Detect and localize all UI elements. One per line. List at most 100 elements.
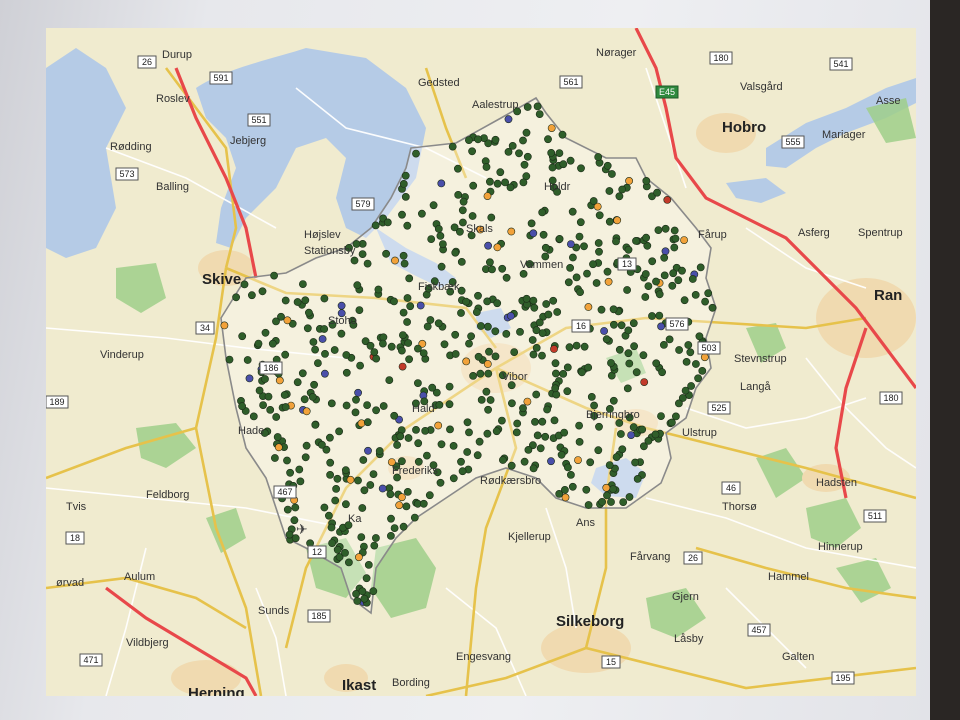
observation-point (617, 321, 626, 330)
observation-point (633, 474, 642, 483)
observation-point (605, 461, 614, 469)
observation-point (661, 224, 670, 233)
label-aulum: Aulum (124, 571, 155, 583)
observation-point (559, 160, 568, 169)
observation-point (387, 514, 395, 523)
observation-point (592, 279, 601, 287)
label-tvis: Tvis (66, 501, 87, 513)
observation-point (482, 387, 491, 396)
observation-point (657, 412, 665, 420)
svg-text:12: 12 (312, 547, 322, 557)
observation-point (476, 369, 485, 378)
observation-point (567, 240, 575, 248)
label-spentrup: Spentrup (858, 227, 903, 239)
observation-point (485, 177, 494, 186)
observation-point (341, 500, 350, 509)
observation-point (638, 425, 647, 434)
observation-point (364, 561, 373, 569)
observation-point (538, 351, 546, 360)
observation-point (341, 549, 349, 557)
observation-point (396, 432, 405, 441)
observation-point (575, 421, 583, 430)
label-orvad: ørvad (56, 577, 84, 589)
observation-point (412, 149, 420, 158)
observation-point (485, 347, 493, 356)
observation-point (459, 197, 468, 206)
observation-point (473, 451, 482, 460)
observation-point (483, 322, 492, 331)
observation-point (532, 390, 541, 399)
observation-point (555, 234, 564, 243)
observation-point (618, 445, 627, 454)
svg-text:26: 26 (688, 553, 698, 563)
observation-point (379, 402, 388, 410)
observation-point (624, 349, 633, 358)
label-silkeborg: Silkeborg (556, 613, 624, 630)
observation-point (594, 153, 603, 161)
observation-point (328, 539, 336, 547)
observation-point (543, 405, 551, 414)
observation-point (395, 501, 404, 510)
observation-point (410, 513, 419, 522)
label-durup: Durup (162, 49, 192, 61)
svg-text:555: 555 (785, 137, 800, 147)
label-ulstrup: Ulstrup (682, 427, 717, 439)
observation-point (541, 432, 550, 441)
svg-text:471: 471 (83, 655, 98, 665)
shield-12: 12 (307, 545, 327, 559)
label-haderup: Hade (238, 425, 264, 437)
observation-point (327, 523, 336, 532)
observation-point (665, 335, 674, 344)
observation-point (437, 440, 446, 449)
observation-point (498, 456, 507, 464)
observation-point (498, 264, 507, 273)
label-rodding: Rødding (110, 141, 152, 153)
observation-point (625, 359, 634, 368)
observation-point (575, 437, 584, 446)
observation-point (426, 316, 435, 324)
observation-point (568, 482, 577, 491)
observation-point (300, 395, 309, 404)
observation-point (642, 176, 651, 185)
observation-point (547, 457, 555, 466)
observation-point (402, 502, 411, 511)
observation-point (457, 257, 466, 266)
label-frederiks: Frederiks (392, 465, 438, 477)
observation-point (516, 327, 524, 336)
observation-point (582, 485, 591, 494)
observation-point (604, 277, 613, 286)
shield-503: 503 (697, 341, 721, 355)
observation-point (580, 342, 589, 351)
observation-point (436, 231, 445, 240)
observation-point (674, 276, 683, 285)
observation-point (399, 179, 408, 188)
observation-point (401, 171, 410, 180)
label-asferg: Asferg (798, 227, 830, 239)
observation-point (491, 327, 500, 336)
observation-point (403, 318, 411, 326)
observation-point (463, 418, 472, 427)
observation-point (497, 416, 506, 425)
observation-point (445, 400, 454, 409)
observation-point (354, 553, 363, 562)
observation-point (510, 348, 519, 356)
observation-point (600, 327, 608, 335)
observation-point (641, 293, 650, 301)
observation-point (270, 271, 278, 280)
shield-467: 467 (273, 485, 297, 499)
observation-point (458, 206, 467, 215)
observation-point (445, 382, 454, 391)
observation-point (317, 440, 326, 449)
svg-text:551: 551 (251, 115, 266, 125)
observation-point (270, 454, 279, 462)
observation-point (371, 221, 380, 230)
label-thorso: Thorsø (722, 501, 757, 513)
observation-point (484, 241, 492, 250)
observation-point (550, 416, 559, 425)
observation-point (617, 430, 625, 438)
observation-point (483, 360, 492, 368)
observation-point (678, 266, 686, 275)
observation-point (589, 197, 598, 205)
observation-point (652, 277, 660, 286)
observation-point (577, 164, 585, 173)
